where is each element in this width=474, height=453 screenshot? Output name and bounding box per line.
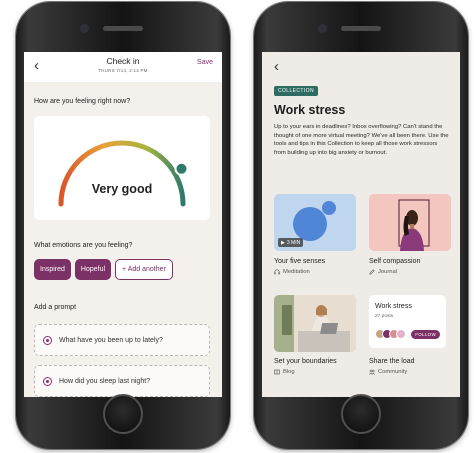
home-button[interactable] [341, 394, 381, 434]
card-title[interactable]: Your five senses [274, 258, 325, 265]
community-card[interactable]: Work stress 27 posts FOLLOW [369, 295, 446, 348]
card-type-label: Meditation [283, 269, 310, 275]
collection-badge: COLLECTION [274, 86, 318, 96]
duration-text: 3 MIN [286, 239, 301, 246]
card-title[interactable]: Share the load [369, 358, 415, 365]
prompt-text: How did you sleep last night? [59, 377, 151, 385]
person-illustration-icon [398, 199, 430, 251]
emotions-question: What emotions are you feeling? [34, 242, 133, 249]
community-post-count: 27 posts [375, 314, 394, 319]
prompt-card[interactable]: What have you been up to lately? [34, 324, 210, 356]
photo-woman-laptop-icon [274, 295, 356, 352]
phone-left: ‹ Check in THURS 7/14, 2:14 PM Save How … [16, 2, 230, 449]
collection-screen: ‹ COLLECTION Work stress Up to your ears… [262, 52, 460, 397]
headphones-icon [274, 269, 280, 275]
card-type: Community [369, 369, 407, 375]
card-thumbnail-self-compassion[interactable] [369, 194, 451, 251]
prompt-heading: Add a prompt [34, 304, 77, 311]
follow-button[interactable]: FOLLOW [411, 330, 440, 339]
check-in-date: THURS 7/14, 2:14 PM [98, 68, 148, 73]
emotion-chips: Inspired Hopeful + Add another [34, 259, 173, 280]
feeling-question: How are you feeling right now? [34, 98, 131, 105]
card-type: Blog [274, 369, 295, 375]
mood-gauge[interactable] [34, 116, 210, 220]
card-title[interactable]: Set your boundaries [274, 358, 337, 365]
prompt-card[interactable]: How did you sleep last night? [34, 365, 210, 397]
pencil-icon [369, 269, 375, 275]
collection-description: Up to your ears in deadlines? Inbox over… [274, 124, 449, 156]
save-button[interactable]: Save [197, 59, 213, 66]
card-title[interactable]: Self compassion [369, 258, 420, 265]
back-chevron-icon[interactable]: ‹ [274, 59, 279, 74]
mood-gauge-card: Very good [34, 116, 210, 220]
front-camera [80, 24, 89, 33]
duration-badge: ▶ 3 MIN [278, 238, 304, 247]
mood-gauge-handle[interactable] [174, 161, 189, 176]
add-circle-icon [43, 335, 52, 345]
member-avatars [375, 329, 406, 339]
phone-right: ‹ COLLECTION Work stress Up to your ears… [254, 2, 468, 449]
card-type: Journal [369, 269, 397, 275]
speaker-grille [103, 26, 143, 31]
people-icon [369, 369, 375, 375]
community-title: Work stress [375, 303, 412, 310]
home-button[interactable] [103, 394, 143, 434]
emotion-chip-hopeful[interactable]: Hopeful [74, 259, 112, 280]
card-type-label: Journal [378, 269, 398, 275]
page-title: Check in [106, 56, 140, 66]
avatar [396, 329, 406, 339]
collection-title: Work stress [274, 103, 346, 117]
emotion-chip-inspired[interactable]: Inspired [34, 259, 71, 280]
card-thumbnail-boundaries[interactable] [274, 295, 356, 352]
prompt-text: What have you been up to lately? [59, 336, 163, 344]
add-emotion-button[interactable]: + Add another [115, 259, 173, 280]
card-type-label: Blog [283, 369, 295, 375]
book-icon [274, 369, 280, 375]
check-in-screen: ‹ Check in THURS 7/14, 2:14 PM Save How … [24, 52, 222, 397]
card-thumbnail-five-senses[interactable]: ▶ 3 MIN [274, 194, 356, 251]
speaker-grille [341, 26, 381, 31]
card-type-label: Community [378, 369, 408, 375]
mood-label: Very good [91, 182, 153, 196]
check-in-header: ‹ Check in THURS 7/14, 2:14 PM Save [24, 52, 222, 82]
play-icon: ▶ [281, 239, 285, 246]
add-circle-icon [43, 376, 52, 386]
front-camera [318, 24, 327, 33]
card-type: Meditation [274, 269, 310, 275]
